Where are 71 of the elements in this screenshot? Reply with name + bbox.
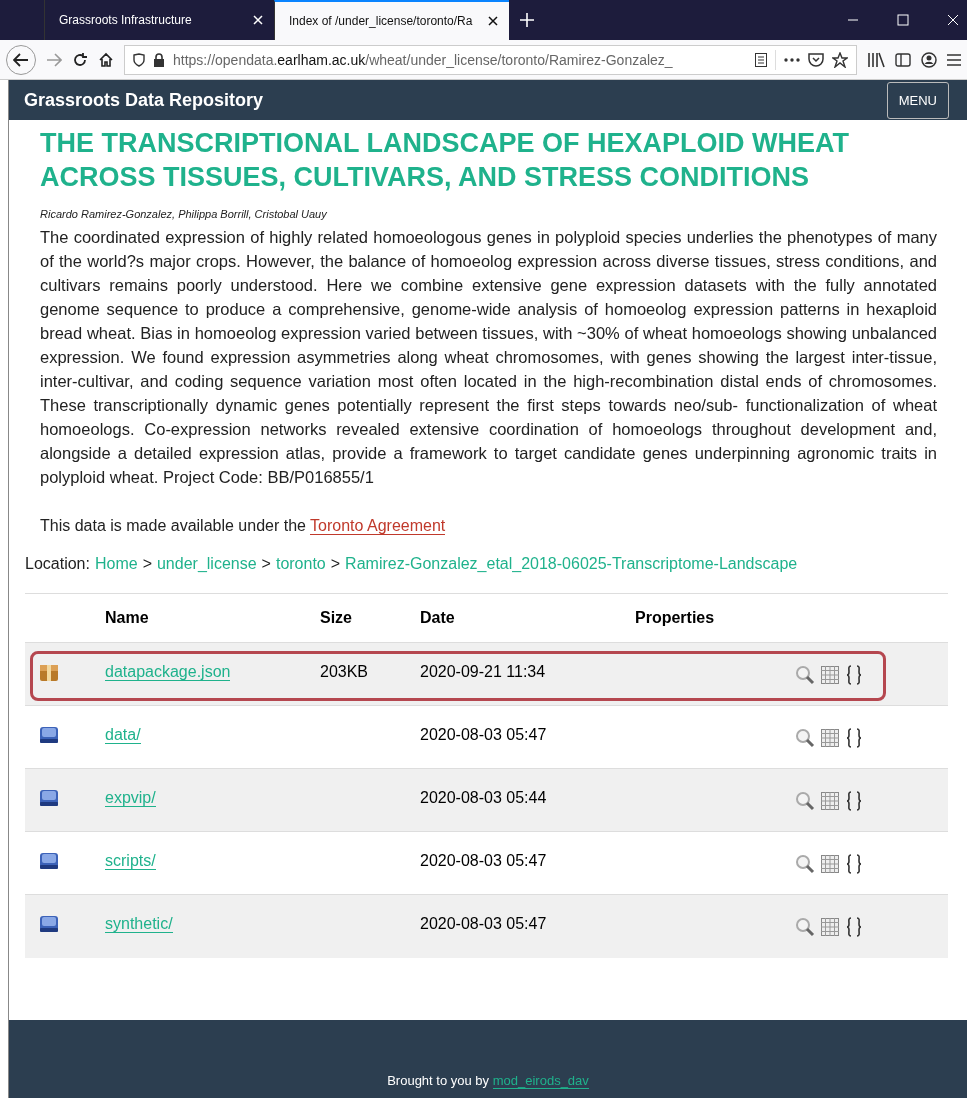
table-icon[interactable] <box>821 666 839 684</box>
site-title: Grassroots Data Repository <box>24 89 264 111</box>
shield-icon <box>133 52 145 67</box>
braces-icon[interactable] <box>845 917 863 937</box>
search-icon[interactable] <box>795 854 815 874</box>
file-date: 2020-08-03 05:47 <box>420 852 547 869</box>
file-link[interactable]: datapackage.json <box>105 663 231 681</box>
breadcrumb-link[interactable]: toronto <box>275 555 326 573</box>
package-icon <box>39 663 59 683</box>
file-link[interactable]: synthetic/ <box>105 915 173 933</box>
location-label: Location: <box>25 555 90 573</box>
column-header[interactable]: Date <box>420 609 455 626</box>
library-icon[interactable] <box>867 51 885 68</box>
abstract: The coordinated expression of highly related homoeologous genes in polyploid species underlies the phenotypes of many of the world?s major crops. However, the balance of homoeolog expression across diverse tissues, stress conditions, and cultivars remains poorly understood. Here we combine extensive gene expression datasets with the fully annotated genome sequence to produce a comprehensive, genome-wide analysis of homoeolog expression patterns in hexaploid bread wheat. Bias in homoeolog expression varied between tissues, with ~30% of wheat homoeologs showing unbalanced expression. We found expression asymmetries along wheat chromosomes, with genes showing the largest inter-tissue, inter-cultivar, and coding sequence variation most often located in the high-recombination distal ends of chromosomes. These transcriptionally dynamic genes potentially represent the first steps towards neo/sub- functionalization of wheat homoeologs. Co-expression networks revealed extensive coordination of homoeologs throughout development and, alongside a detailed expression atlas, provide a framework to target candidate genes underpinning agronomic traits in polyploid wheat. Project Code: BB/P016855/1 <box>40 227 937 488</box>
braces-icon[interactable] <box>845 728 863 748</box>
file-link[interactable]: scripts/ <box>105 852 156 870</box>
breadcrumb-separator: > <box>142 555 152 573</box>
new-tab-icon[interactable] <box>519 12 535 28</box>
search-icon[interactable] <box>795 791 815 811</box>
braces-icon[interactable] <box>845 665 863 685</box>
braces-icon[interactable] <box>845 791 863 811</box>
drive-icon <box>39 789 59 807</box>
address-bar[interactable]: https://opendata.earlham.ac.uk/wheat/under_license/toronto/Ramirez-Gonzalez_ <box>124 44 857 75</box>
search-icon[interactable] <box>795 917 815 937</box>
braces-icon[interactable] <box>845 854 863 874</box>
file-date: 2020-09-21 11:34 <box>420 663 546 680</box>
file-size: 203KB <box>320 663 369 680</box>
more-icon[interactable] <box>784 57 800 62</box>
license-notice: This data is made available under the Toronto Agreement <box>40 517 447 535</box>
breadcrumb-separator: > <box>330 555 341 573</box>
table-icon[interactable] <box>821 729 839 747</box>
star-icon[interactable] <box>832 51 848 68</box>
footer-link[interactable]: mod_eirods_dav <box>492 1073 589 1089</box>
sidebar-icon[interactable] <box>895 52 911 67</box>
menu-icon[interactable] <box>947 53 961 66</box>
home-icon[interactable] <box>98 51 114 68</box>
menu-button[interactable]: MENU <box>886 81 949 119</box>
license-link[interactable]: Toronto Agreement <box>310 517 446 535</box>
breadcrumb-link[interactable]: under_license <box>156 555 257 573</box>
pocket-icon[interactable] <box>808 52 824 67</box>
breadcrumb-link[interactable]: Ramirez-Gonzalez_etal_2018-06025-Transcriptome-Landscape <box>345 555 798 573</box>
breadcrumb-separator: > <box>261 555 271 573</box>
article-title: THE TRANSCRIPTIONAL LANDSCAPE OF HEXAPLOID WHEAT ACROSS TISSUES, CULTIVARS, AND STRESS CONDITIONS <box>40 127 850 194</box>
drive-icon <box>39 915 59 933</box>
back-arrow-icon <box>13 52 29 67</box>
forward-icon[interactable] <box>46 52 62 67</box>
file-date: 2020-08-03 05:44 <box>420 789 547 806</box>
maximize-icon[interactable] <box>897 14 909 26</box>
file-link[interactable]: data/ <box>105 726 141 744</box>
account-icon[interactable] <box>921 51 937 68</box>
authors: Ricardo Ramirez-Gonzalez, Philippa Borrill, Cristobal Uauy <box>40 208 328 220</box>
search-icon[interactable] <box>795 665 815 685</box>
breadcrumb-link[interactable]: Home <box>94 555 138 573</box>
drive-icon <box>39 726 59 744</box>
file-date: 2020-08-03 05:47 <box>420 726 547 743</box>
table-icon[interactable] <box>821 855 839 873</box>
column-header[interactable]: Size <box>320 609 352 626</box>
column-header[interactable]: Properties <box>635 609 715 626</box>
table-icon[interactable] <box>821 792 839 810</box>
search-icon[interactable] <box>795 728 815 748</box>
file-date: 2020-08-03 05:47 <box>420 915 547 932</box>
close-icon[interactable] <box>487 15 499 27</box>
file-link[interactable]: expvip/ <box>105 789 156 807</box>
footer-credit: Brought to you by mod_eirods_dav <box>387 1073 589 1088</box>
browser-tab[interactable]: Index of /under_license/toronto/Ra <box>274 0 509 40</box>
lock-icon <box>153 52 165 67</box>
column-header[interactable]: Name <box>105 609 149 626</box>
table-icon[interactable] <box>821 918 839 936</box>
reader-view-icon[interactable] <box>755 52 767 67</box>
reload-icon[interactable] <box>72 51 88 68</box>
drive-icon <box>39 852 59 870</box>
